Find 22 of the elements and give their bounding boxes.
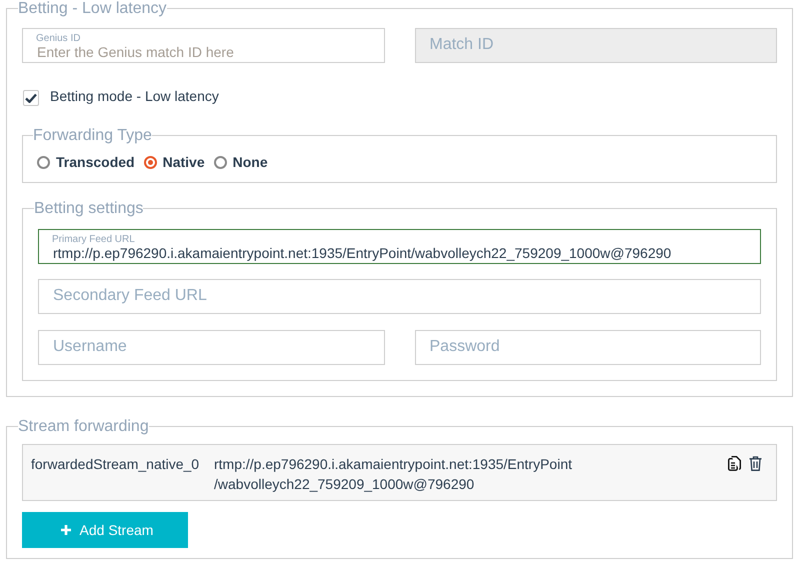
- radio-button[interactable]: [144, 156, 157, 169]
- stream-url: rtmp://p.ep796290.i.akamaientrypoint.net:1935/EntryPoint/wabvolleych22_759209_1000w@796290: [214, 455, 573, 494]
- field-label: Primary Feed URL: [52, 234, 135, 245]
- radio-label: Transcoded: [56, 154, 135, 170]
- input-field[interactable]: Username: [38, 330, 384, 365]
- trash-icon[interactable]: [749, 456, 762, 472]
- group-legend: Betting settings: [34, 200, 144, 218]
- field-label: Genius ID: [36, 32, 80, 44]
- radio-button[interactable]: [37, 156, 50, 169]
- group-legend: Forwarding Type: [33, 126, 152, 144]
- input-field[interactable]: Password: [414, 330, 761, 365]
- checkbox[interactable]: [23, 90, 39, 106]
- radio-label: None: [232, 154, 268, 170]
- plus-icon: [60, 525, 71, 536]
- input-field[interactable]: Secondary Feed URL: [38, 278, 761, 314]
- group-legend: Betting - Low latency: [18, 0, 167, 18]
- radio-button[interactable]: [214, 156, 227, 169]
- group-legend: Stream forwarding: [18, 418, 149, 436]
- radio-label: Native: [162, 154, 205, 170]
- checkbox-label: Betting mode - Low latency: [50, 86, 219, 105]
- copy-icon[interactable]: [728, 456, 741, 472]
- stream-name: forwardedStream_native_0: [31, 455, 200, 474]
